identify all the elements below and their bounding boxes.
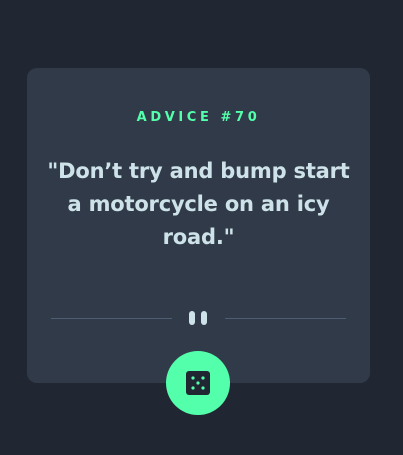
pause-icon (189, 311, 209, 325)
divider-line-right (225, 318, 346, 319)
advice-number-label: ADVICE #70 (136, 110, 261, 125)
dice-button[interactable] (166, 351, 230, 415)
dice-icon (186, 371, 210, 395)
divider-line-left (51, 318, 172, 319)
advice-card: ADVICE #70 "Don’t try and bump start a m… (27, 68, 370, 383)
advice-quote: "Don’t try and bump start a motorcycle o… (47, 159, 350, 249)
pattern-divider (51, 310, 346, 326)
